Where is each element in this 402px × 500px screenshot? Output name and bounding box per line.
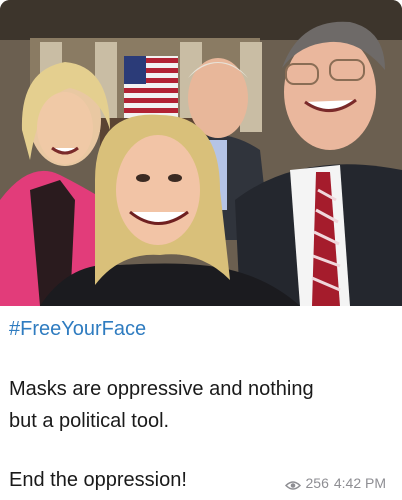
message-text-line-1: Masks are oppressive and nothing [9,378,314,400]
view-count: 256 [305,475,329,491]
group-selfie-photo[interactable] [0,0,402,306]
hashtag-link[interactable]: #FreeYourFace [9,318,146,341]
message-post: #FreeYourFace Masks are oppressive and n… [0,0,402,500]
message-text-line-3: End the oppression! [9,469,187,491]
message-text-line-2: but a political tool. [9,410,170,432]
message-time: 4:42 PM [333,475,386,491]
eye-icon [284,478,301,490]
message-meta: 256 4:42 PM [284,475,386,491]
